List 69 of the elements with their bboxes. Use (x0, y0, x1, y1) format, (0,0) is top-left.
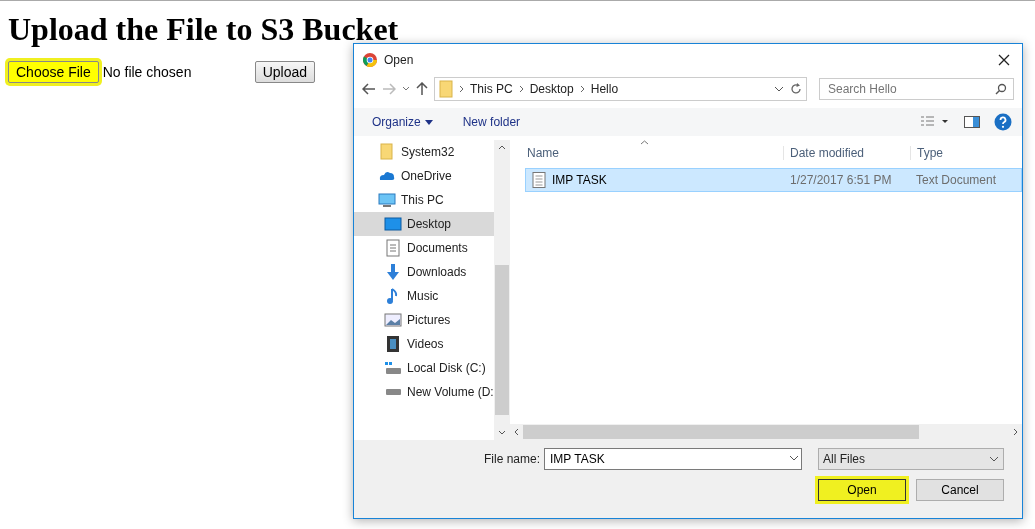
organize-button[interactable]: Organize (372, 115, 421, 129)
text-file-icon (532, 172, 546, 188)
scroll-down-icon[interactable] (498, 430, 506, 435)
vertical-scrollbar[interactable] (494, 140, 510, 440)
disk-icon (384, 359, 402, 377)
preview-pane-icon[interactable] (964, 116, 980, 128)
browser-logo-icon (362, 52, 378, 68)
refresh-icon[interactable] (790, 83, 802, 95)
file-type-dropdown[interactable]: All Files (818, 448, 1004, 470)
file-name: IMP TASK (552, 173, 607, 187)
up-arrow-icon[interactable] (416, 82, 428, 96)
caret-down-icon[interactable] (424, 119, 433, 125)
nav-item[interactable]: New Volume (D: (354, 380, 494, 404)
nav-item[interactable]: Downloads (354, 260, 494, 284)
videos-icon (384, 335, 402, 353)
help-icon[interactable] (994, 113, 1012, 131)
column-header[interactable]: Date modified (783, 146, 910, 160)
open-button[interactable]: Open (818, 479, 906, 501)
chevron-right-icon (518, 85, 524, 93)
folder-icon (439, 80, 453, 98)
file-name-label: File name: (483, 452, 540, 466)
sort-indicator-icon (640, 140, 649, 145)
file-row[interactable]: IMP TASK 1/27/2017 6:51 PM Text Document (525, 168, 1022, 192)
scroll-right-icon[interactable] (1013, 428, 1018, 436)
file-date: 1/27/2017 6:51 PM (789, 173, 893, 187)
folder-icon (378, 143, 396, 161)
breadcrumb-item[interactable]: Desktop (529, 82, 574, 96)
column-header[interactable]: Type (910, 146, 943, 160)
chevron-down-icon[interactable] (774, 86, 784, 92)
choose-file-button[interactable]: Choose File (8, 61, 99, 83)
upload-button[interactable]: Upload (254, 61, 316, 83)
new-folder-button[interactable]: New folder (462, 115, 521, 129)
desktop-icon (384, 215, 402, 233)
file-status: No file chosen (102, 64, 193, 80)
chevron-down-icon[interactable] (402, 86, 410, 92)
page-heading: Upload the File to S3 Bucket (8, 11, 400, 47)
nav-item[interactable]: This PC (354, 188, 494, 212)
pc-icon (378, 191, 396, 209)
column-header[interactable]: Name (527, 146, 783, 160)
nav-item[interactable]: Local Disk (C:) (354, 356, 494, 380)
back-arrow-icon[interactable] (362, 83, 376, 95)
nav-item[interactable]: Documents (354, 236, 494, 260)
nav-item[interactable]: OneDrive (354, 164, 494, 188)
scroll-up-icon[interactable] (498, 145, 506, 150)
chevron-right-icon (579, 85, 585, 93)
downloads-icon (384, 263, 402, 281)
address-bar[interactable]: This PC Desktop Hello (434, 77, 807, 101)
chevron-down-icon[interactable] (787, 455, 801, 463)
horizontal-scrollbar[interactable] (510, 424, 1022, 440)
chevron-down-icon (989, 456, 999, 462)
search-box[interactable]: Search Hello (819, 78, 1014, 100)
cancel-button[interactable]: Cancel (916, 479, 1004, 501)
pictures-icon (384, 311, 402, 329)
view-options-icon[interactable] (920, 116, 950, 128)
search-icon (995, 83, 1007, 95)
breadcrumb-item[interactable]: This PC (470, 82, 513, 96)
drive-icon (384, 388, 402, 396)
chevron-right-icon (459, 85, 464, 93)
file-name-box[interactable]: IMP TASK (544, 448, 802, 470)
nav-item[interactable]: Desktop (354, 212, 494, 236)
file-type: Text Document (915, 173, 997, 187)
documents-icon (384, 239, 402, 257)
nav-item[interactable]: Pictures (354, 308, 494, 332)
nav-item[interactable]: System32 (354, 140, 494, 164)
nav-item[interactable]: Music (354, 284, 494, 308)
scroll-left-icon[interactable] (514, 428, 519, 436)
nav-item[interactable]: Videos (354, 332, 494, 356)
dialog-title: Open (384, 53, 415, 67)
breadcrumb-item[interactable]: Hello (590, 82, 619, 96)
